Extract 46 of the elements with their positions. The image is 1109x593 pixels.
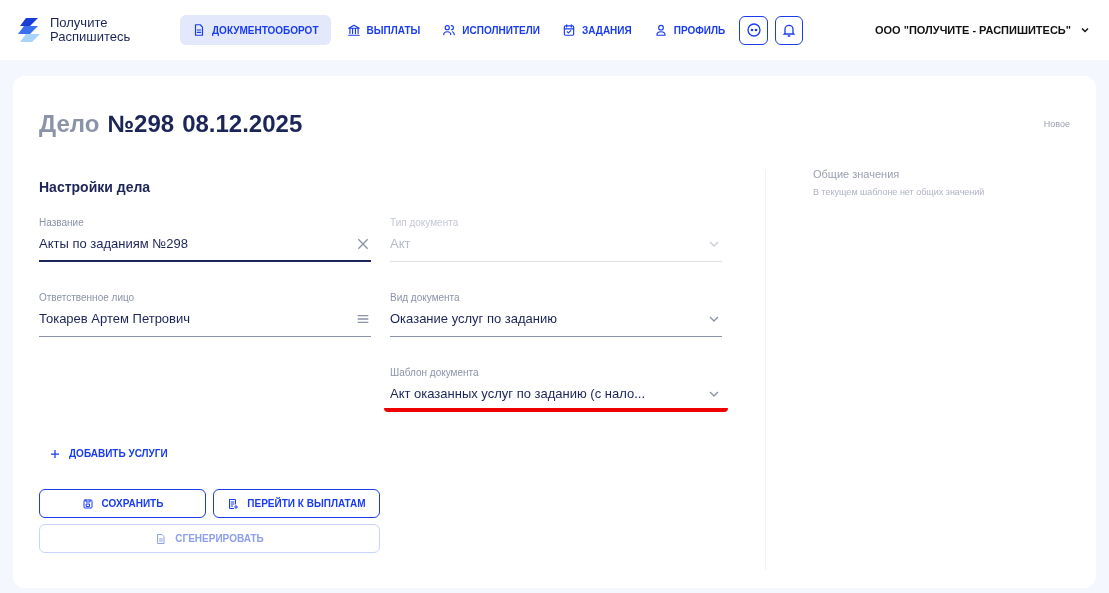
field-label: Вид документа (390, 291, 461, 305)
common-values-title: Общие значения (813, 166, 901, 182)
form-field[interactable]: Ответственное лицо Токарев Артем Петрович (39, 291, 371, 337)
action-button[interactable]: ПЕРЕЙТИ К ВЫПЛАТАМ (213, 489, 380, 518)
action-button[interactable]: СОХРАНИТЬ (39, 489, 206, 518)
brand-name: Распишитесь (50, 30, 131, 44)
user-icon (653, 23, 668, 37)
field-label: Шаблон документа (390, 366, 480, 380)
save-icon (81, 497, 94, 510)
support-button[interactable] (739, 15, 769, 45)
notifications-button[interactable] (775, 15, 804, 45)
section-title: Настройки дела (39, 178, 152, 197)
form-field[interactable]: Вид документа Оказание услуг по заданию (390, 291, 722, 337)
add-services-link[interactable]: ДОБАВИТЬ УСЛУГИ (49, 446, 168, 461)
nav-tab[interactable]: ЗАДАНИЯ (553, 15, 640, 45)
smiley-icon (745, 22, 762, 38)
document-icon (155, 532, 168, 545)
nav-tab[interactable]: ДОКУМЕНТООБОРОТ (180, 15, 331, 45)
nav-tab[interactable]: ИСПОЛНИТЕЛИ (434, 15, 548, 45)
field-label: Название (39, 216, 85, 230)
document-icon (192, 23, 206, 37)
field-label: Тип документа (390, 216, 460, 230)
users-icon (442, 23, 457, 37)
bell-icon (781, 22, 798, 38)
brand-name: Получите (50, 16, 109, 30)
form-field[interactable]: Название Акты по заданиям №298 (39, 216, 371, 262)
field-value: Акт оказанных услуг по заданию (с нало... (390, 385, 645, 403)
calendar-icon (561, 23, 576, 37)
field-value: Токарев Артем Петрович (39, 310, 191, 328)
nav-tab[interactable]: ПРОФИЛЬ (645, 15, 734, 45)
logo-icon[interactable] (18, 16, 42, 44)
status-label: Новое (1043, 118, 1070, 131)
field-value: Акты по заданиям №298 (39, 235, 188, 253)
bank-icon (346, 23, 361, 37)
nav-tab[interactable]: ВЫПЛАТЫ (338, 15, 429, 45)
field-value: Акт (390, 235, 411, 253)
page-title-prefix: Дело (39, 109, 100, 139)
case-date: 08.12.2025 (182, 109, 303, 139)
field-label: Ответственное лицо (39, 291, 136, 305)
plus-icon (49, 447, 61, 460)
case-number: №298 (107, 109, 175, 139)
common-values-note: В текущем шаблоне нет общих значений (813, 186, 986, 199)
list-icon (227, 497, 240, 510)
form-field[interactable]: Шаблон документа Акт оказанных услуг по заданию (с нало... (384, 366, 728, 412)
field-value: Оказание услуг по заданию (390, 310, 557, 328)
company-dropdown[interactable]: ООО "ПОЛУЧИТЕ - РАСПИШИТЕСЬ" (874, 21, 1091, 39)
